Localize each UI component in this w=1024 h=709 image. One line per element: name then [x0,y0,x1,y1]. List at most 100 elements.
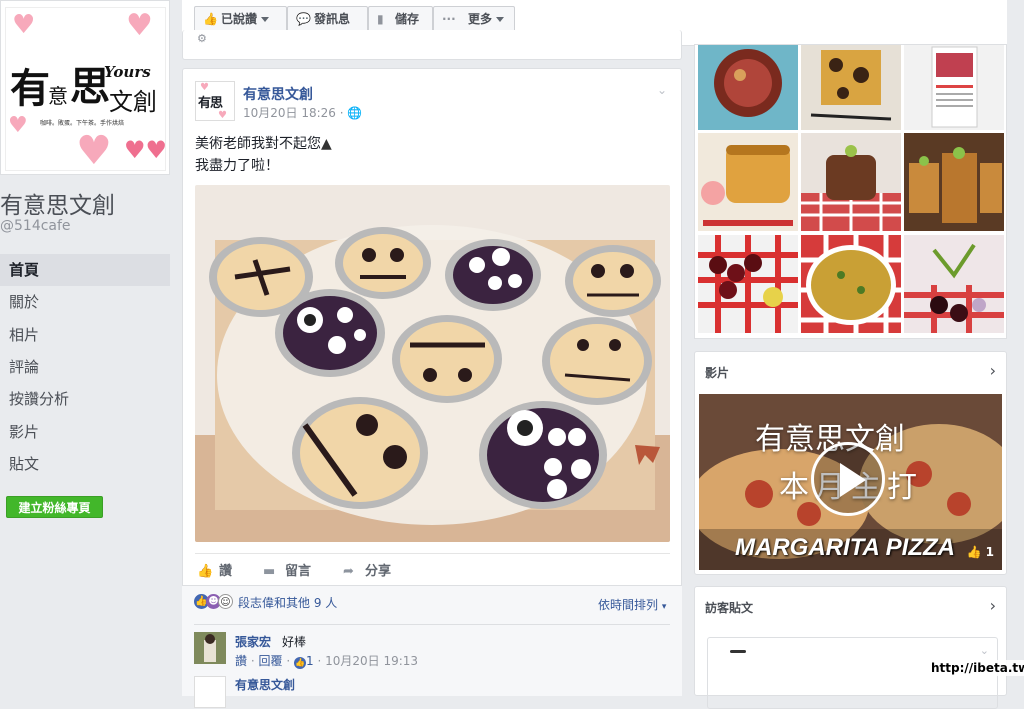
page-logo: ♥ ♥ ♥ ♥ ♥♥ 有 意 思 文 創 Yours 咖啡。敗蛋。下午茶。手作烘… [5,7,166,171]
share-button[interactable]: ➦ 分享 [343,559,391,585]
video-caption: MARGARITA PIZZA [735,534,955,561]
visitor-posts-section: 訪客貼文 › ⌄ [694,586,1007,709]
videos-section-title[interactable]: 影片 [705,364,729,381]
photos-grid [694,44,1007,339]
photo-thumbnail[interactable] [904,235,1004,333]
page-profile-picture[interactable]: ♥ ♥ ♥ ♥ ♥♥ 有 意 思 文 創 Yours 咖啡。敗蛋。下午茶。手作烘… [0,0,170,175]
more-dots-icon: ··· [442,12,456,26]
photo-thumbnail[interactable] [698,235,798,333]
avatar-icon: ☺ [218,594,233,609]
nav-item-about[interactable]: 關於 [0,286,170,318]
liked-button[interactable]: 👍 已說讚 [194,6,287,32]
tart [479,401,607,509]
cupcakes-photo [904,133,1004,231]
photo-thumbnail[interactable] [801,133,901,231]
sort-label: 依時間排列 [598,598,659,612]
nav-item-posts[interactable]: 貼文 [0,448,170,480]
comment-button[interactable]: ▬ 留言 [263,559,311,585]
comment-author-name[interactable]: 張家宏 [235,633,271,650]
previous-post-stub: ⚙ [182,30,682,60]
play-button[interactable] [811,442,885,516]
comment-timestamp[interactable]: 10月20日 19:13 [325,654,418,668]
chevron-down-icon[interactable]: ⌄ [980,644,989,657]
heart-decoration: ♥ [200,82,209,93]
photo-thumbnail[interactable] [801,235,901,333]
comment-reply-link[interactable]: 回覆 [259,654,283,668]
message-button[interactable]: 💬 發訊息 [287,6,368,32]
gear-icon[interactable]: ⚙ [197,32,207,45]
bread-loaf-photo [698,133,798,231]
comment-like-count[interactable]: 👍1 [294,654,314,669]
post-author-avatar[interactable]: 有 思 ♥ ♥ [195,81,235,121]
reactions-summary-text: 段志偉和其他 9 人 [238,596,338,610]
share-label: 分享 [365,564,392,579]
photo-thumbnail[interactable] [698,45,798,130]
nav-item-photos[interactable]: 相片 [0,319,170,351]
comment-text: 好棒 [282,635,307,649]
chevron-right-icon[interactable]: › [990,596,996,615]
nav-item-home[interactable]: 首頁 [0,254,170,286]
chevron-right-icon[interactable]: › [990,361,996,380]
videos-section: 影片 › 有意思文創 本月主打 MARGARITA PIZZA 👍 1 [694,351,1007,575]
chevron-down-icon [261,17,270,22]
berries-photo [904,235,1004,333]
quiche-photo [801,235,901,333]
video-like-count: 👍 1 [967,545,995,559]
heart-decoration: ♥ [8,113,28,138]
like-button[interactable]: 👍 讚 [197,559,232,585]
photo-thumbnail[interactable] [698,133,798,231]
chevron-down-icon [496,17,505,22]
create-page-button[interactable]: 建立粉絲專頁 [6,496,103,518]
more-button[interactable]: ··· 更多 [433,6,515,32]
tart [335,227,431,299]
post-author-name[interactable]: 有意思文創 [243,84,313,104]
photo-thumbnail[interactable] [904,133,1004,231]
logo-char: 有 [10,65,50,112]
page-title[interactable]: 有意思文創 [0,186,115,220]
more-label: 更多 [468,12,493,26]
logo-char: 文 [109,88,133,116]
heart-decoration: ♥ [218,110,227,121]
post-timestamp[interactable]: 10月20日 18:26 · 🌐 [243,104,362,121]
flyer-photo [931,46,978,128]
cherries-photo [698,235,798,333]
video-thumbnail[interactable]: 有意思文創 本月主打 MARGARITA PIZZA 👍 1 [699,394,1002,570]
photo-thumbnail[interactable] [904,45,1004,130]
share-arrow-icon: ➦ [343,564,354,579]
nav-item-likes-insights[interactable]: 按讚分析 [0,383,170,415]
bat-emoji-icon: ▲ [321,136,332,152]
save-button[interactable]: ▮ 儲存 [368,6,433,32]
logo-yours-text: Yours [104,63,151,81]
sort-comments-dropdown[interactable]: 依時間排列 ▾ [598,596,666,613]
chevron-down-icon: ▾ [661,602,667,612]
tart [275,289,385,377]
divider [194,624,670,625]
comment-meta: 讚 · 回覆 · 👍1 · 10月20日 19:13 [235,654,419,669]
pie-photo [714,49,782,117]
thumbs-up-icon: 👍 [294,657,306,669]
tart [292,397,428,509]
video-like-count-value: 1 [985,545,994,559]
bookmark-icon: ▮ [377,12,384,26]
visitor-posts-title[interactable]: 訪客貼文 [705,599,753,616]
commenter-avatar[interactable] [194,632,226,664]
photo-thumbnail[interactable] [801,45,901,130]
comment-like-link[interactable]: 讚 [235,654,247,668]
play-icon [840,463,866,497]
nav-item-reviews[interactable]: 評論 [0,351,170,383]
page-username[interactable]: @514cafe [0,218,71,234]
message-label: 發訊息 [314,12,351,26]
nav-item-videos[interactable]: 影片 [0,416,170,448]
heart-decoration: ♥ [76,128,112,171]
reactions-summary[interactable]: 👍 ☻ ☺ 段志偉和其他 9 人 [194,594,494,612]
save-label: 儲存 [395,12,420,26]
post-photo[interactable] [195,185,670,542]
liked-label: 已說讚 [221,12,258,26]
comment-label: 留言 [285,564,312,579]
commenter-avatar[interactable] [194,676,226,708]
logo-char: 創 [133,88,157,116]
post-options-chevron-icon[interactable]: ⌄ [657,83,667,97]
comment-author-name[interactable]: 有意思文創 [235,676,295,693]
commenter-photo [194,632,226,664]
watermark-text: http://ibeta.tw [928,660,1024,676]
